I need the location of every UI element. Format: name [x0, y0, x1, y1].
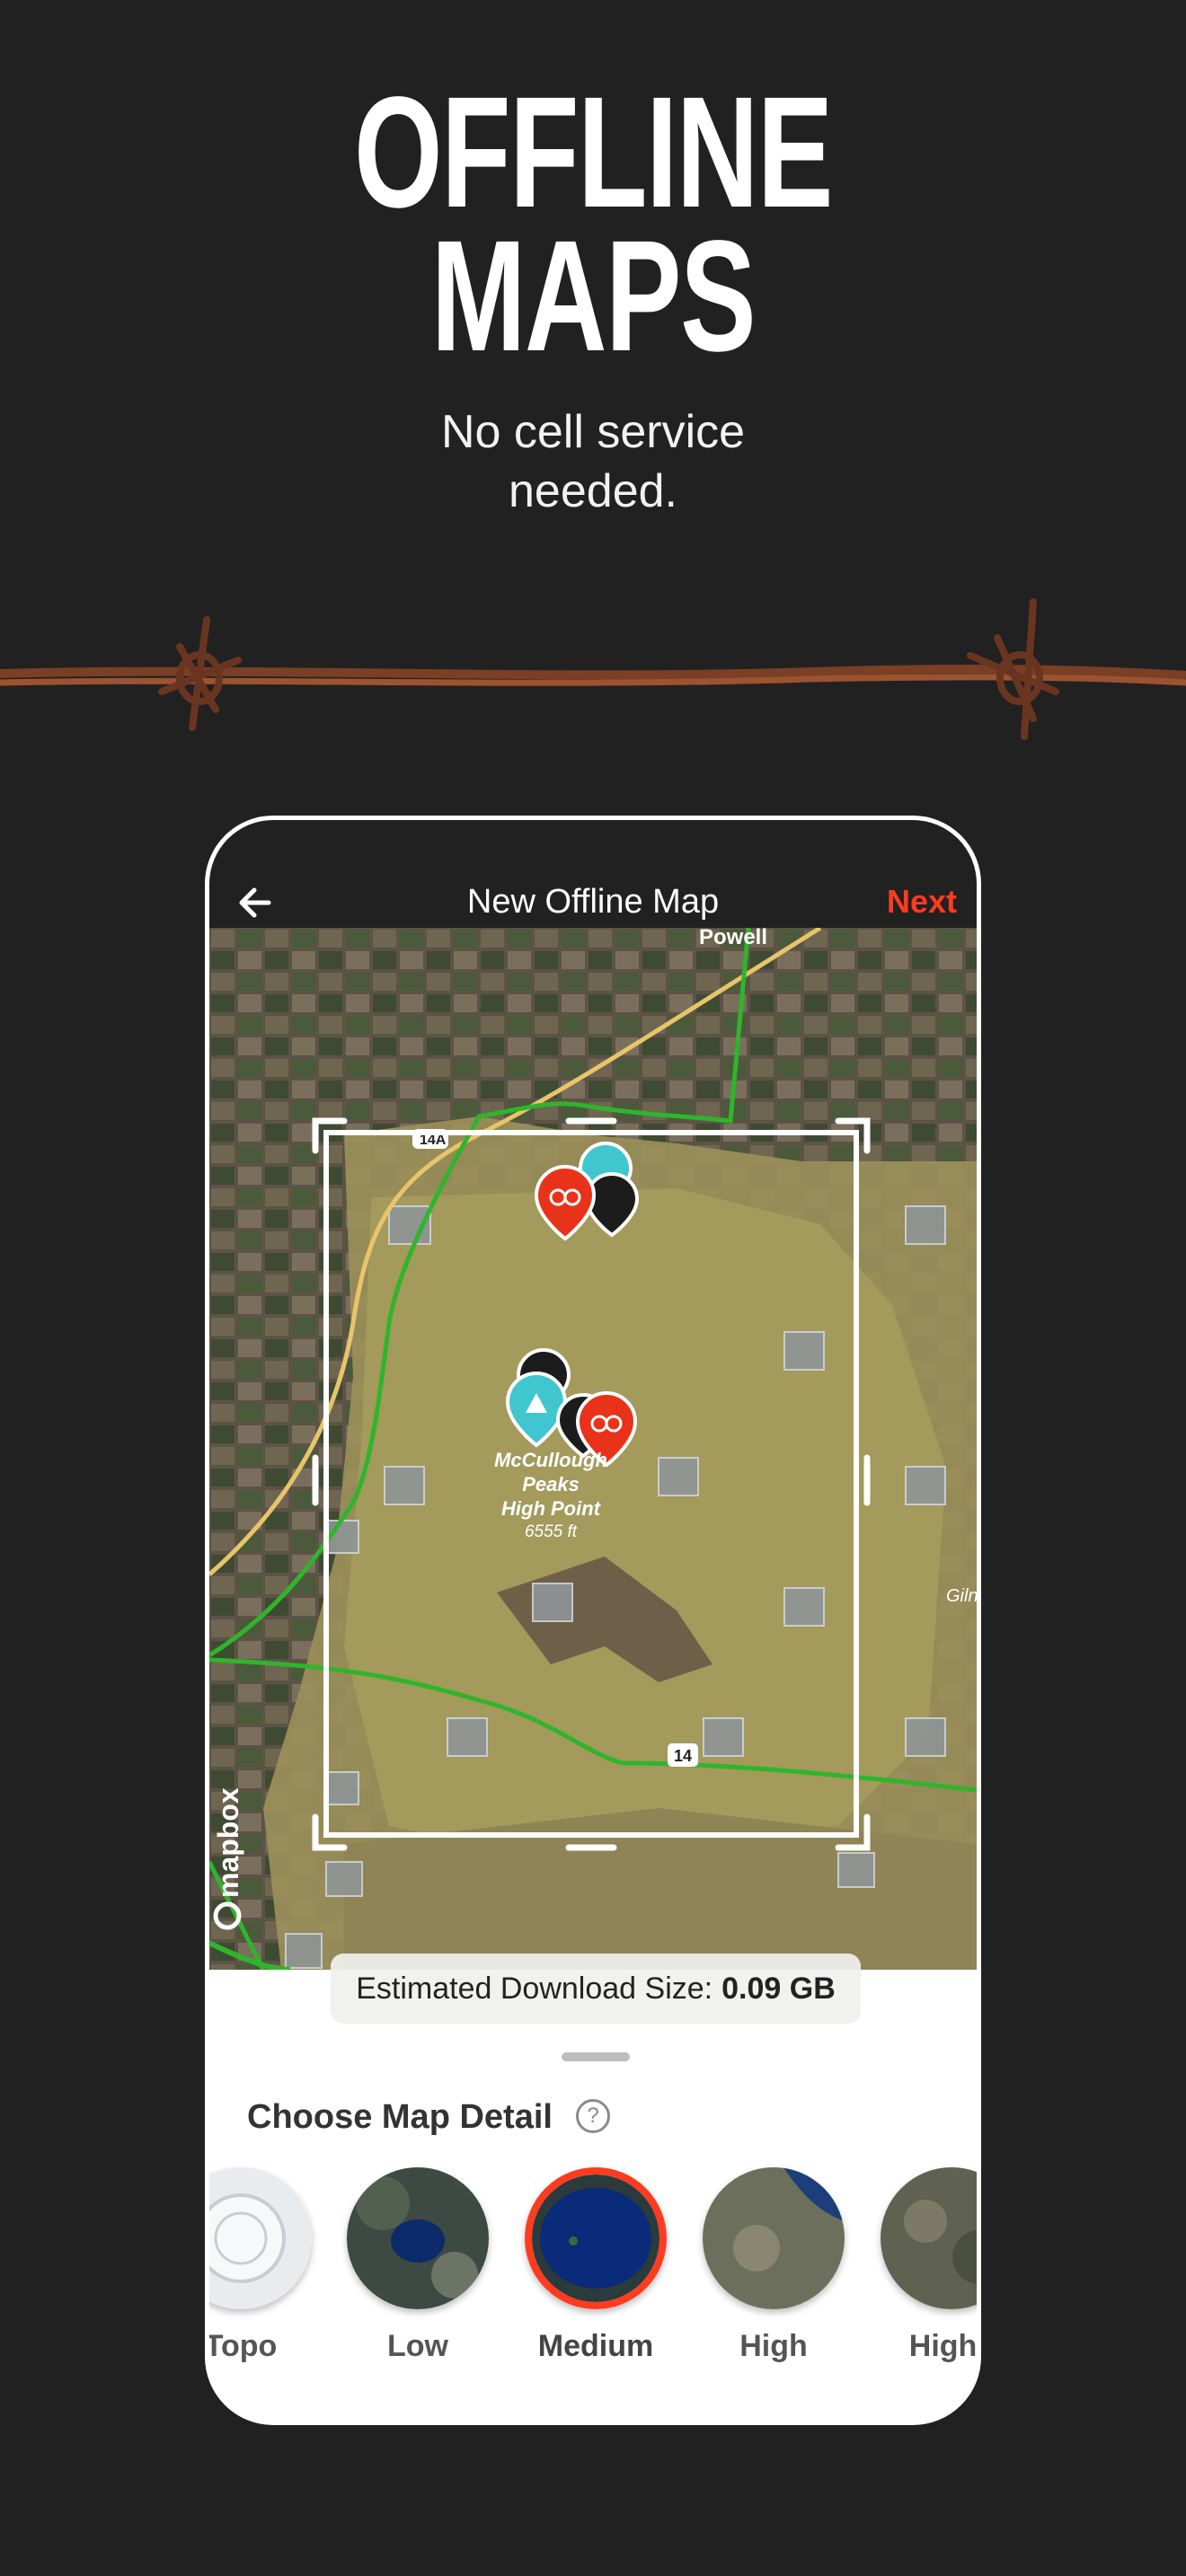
page-title: New Offline Map: [466, 883, 720, 921]
next-button[interactable]: Next: [887, 881, 957, 922]
svg-text:High Point: High Point: [501, 1497, 602, 1520]
map-edge-label: Giln: [946, 1586, 977, 1606]
subhead-line-2: needed.: [509, 465, 677, 517]
svg-text:14: 14: [674, 1747, 692, 1765]
highway-14-shield: 14: [668, 1743, 698, 1767]
detail-option-low[interactable]: Low: [341, 2167, 494, 2364]
topo-thumbnail: [209, 2167, 312, 2309]
detail-option-label: Low: [387, 2329, 448, 2363]
detail-option-high[interactable]: High: [697, 2167, 850, 2364]
download-size-value: 0.09 GB: [721, 1972, 836, 2006]
detail-option-medium[interactable]: Medium: [519, 2167, 672, 2364]
low-thumbnail: [347, 2167, 489, 2309]
map-place-label: Powell: [699, 928, 767, 949]
svg-text:McCullough: McCullough: [494, 1449, 607, 1471]
question-icon[interactable]: ?: [576, 2099, 610, 2133]
svg-text:mapbox: mapbox: [212, 1787, 244, 1898]
headline-line-2: MAPS: [430, 208, 757, 384]
satellite-map[interactable]: Powell 14A 14 Giln McCullough Peaks High…: [209, 928, 977, 1970]
svg-text:6555 ft: 6555 ft: [525, 1522, 578, 1541]
sheet-grabber[interactable]: [562, 2052, 630, 2061]
detail-option-label: High: [739, 2329, 808, 2363]
subhead-line-1: No cell service: [440, 406, 746, 458]
svg-text:Peaks: Peaks: [522, 1473, 580, 1495]
detail-option-topo[interactable]: Topo: [205, 2167, 317, 2364]
detail-option-highest[interactable]: Highe: [875, 2167, 978, 2364]
download-size-label: Estimated Download Size:: [356, 1972, 713, 2006]
map-detail-sheet: Choose Map Detail ? Topo Low Medium High: [209, 2042, 977, 2421]
detail-option-label: Medium: [537, 2329, 654, 2363]
map-detail-title: Choose Map Detail: [247, 2098, 553, 2136]
medium-thumbnail: [525, 2167, 667, 2309]
high-thumbnail: [703, 2167, 845, 2309]
phone-frame: New Offline Map Next Powell 14A 14 Giln …: [205, 816, 981, 2425]
barbed-wire-image: [0, 598, 1186, 740]
promo-subhead: No cell service needed.: [0, 402, 1186, 521]
promo-headline: OFFLINE MAPS: [0, 65, 1186, 384]
app-top-bar: New Offline Map Next: [209, 820, 977, 928]
detail-option-label: Topo: [205, 2329, 278, 2363]
download-size-badge: Estimated Download Size: 0.09 GB: [331, 1954, 861, 2024]
headline-line-1: OFFLINE: [354, 65, 833, 241]
highest-thumbnail: [881, 2167, 977, 2309]
detail-option-label: Highe: [908, 2329, 978, 2363]
